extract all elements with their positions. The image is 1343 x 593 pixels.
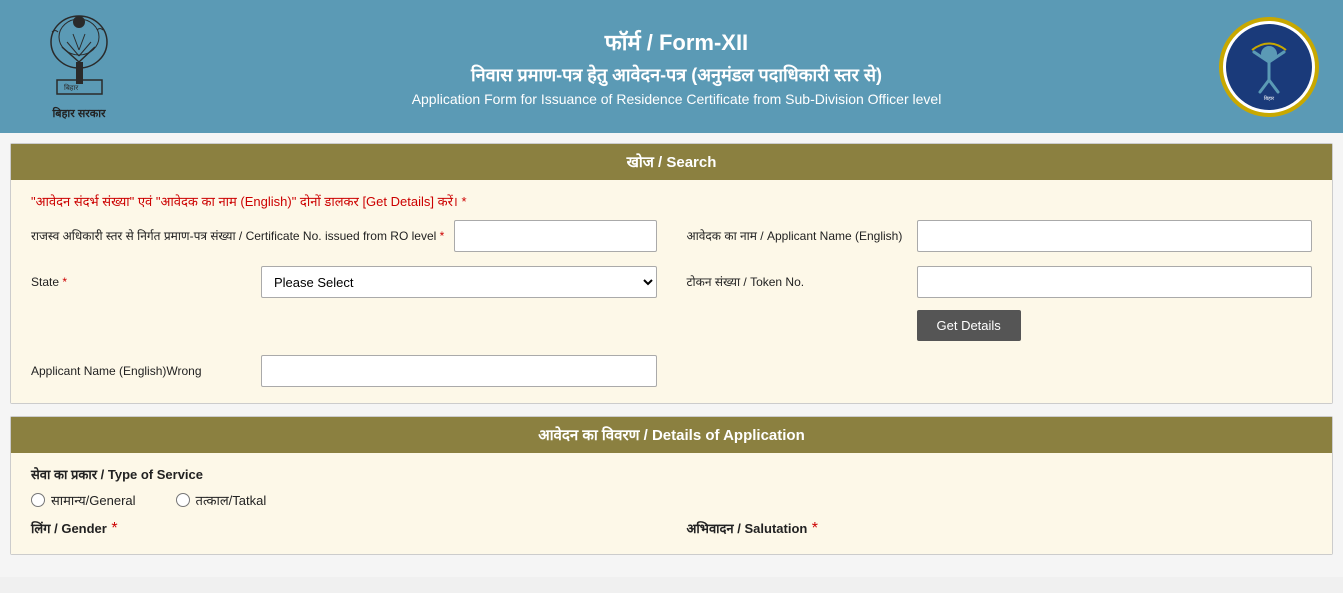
form-subtitle-english: Application Form for Issuance of Residen…	[134, 91, 1219, 107]
state-select[interactable]: Please Select	[261, 266, 657, 298]
left-logo: बिहार बिहार सरकार	[24, 12, 134, 121]
salutation-field: अभिवादन / Salutation *	[687, 519, 1313, 538]
gender-label: लिंग / Gender	[31, 521, 107, 536]
salutation-required-star: *	[812, 520, 818, 537]
general-label: सामान्य/General	[51, 491, 136, 509]
search-section-body: "आवेदन संदर्भ संख्या" एवं "आवेदक का नाम …	[11, 180, 1332, 403]
general-radio[interactable]	[31, 493, 45, 507]
cert-no-label: राजस्व अधिकारी स्तर से निर्गत प्रमाण-पत्…	[31, 228, 444, 245]
header-center-text: फॉर्म / Form-XII निवास प्रमाण-पत्र हेतु …	[134, 27, 1219, 107]
state-row: State * Please Select	[31, 266, 657, 298]
application-details-section: आवेदन का विवरण / Details of Application …	[10, 416, 1333, 555]
token-no-input[interactable]	[917, 266, 1313, 298]
applicant-name-input[interactable]	[917, 220, 1313, 252]
main-content: खोज / Search "आवेदन संदर्भ संख्या" एवं "…	[0, 133, 1343, 577]
applicant-name-wrong-input[interactable]	[261, 355, 657, 387]
tatkal-radio[interactable]	[176, 493, 190, 507]
form-title: फॉर्म / Form-XII	[134, 27, 1219, 57]
state-emblem-icon: बिहार	[1234, 32, 1304, 102]
svg-text:बिहार: बिहार	[64, 83, 78, 92]
logo-label: बिहार सरकार	[52, 106, 105, 121]
state-label: State *	[31, 274, 251, 291]
details-header-label: आवेदन का विवरण / Details of Application	[538, 427, 805, 444]
cert-no-input[interactable]	[454, 220, 656, 252]
tatkal-radio-item[interactable]: तत्काल/Tatkal	[176, 491, 267, 509]
token-no-row: टोकन संख्या / Token No.	[687, 266, 1313, 298]
form-subtitle-hindi: निवास प्रमाण-पत्र हेतु आवेदन-पत्र (अनुमं…	[134, 63, 1219, 87]
page-header: बिहार बिहार सरकार फॉर्म /	[0, 0, 1343, 133]
application-details-header: आवेदन का विवरण / Details of Application	[11, 417, 1332, 453]
applicant-name-row: आवेदक का नाम / Applicant Name (English)	[687, 220, 1313, 252]
salutation-label: अभिवादन / Salutation	[687, 521, 808, 536]
gender-required-star: *	[111, 520, 117, 537]
applicant-name-label: आवेदक का नाम / Applicant Name (English)	[687, 228, 907, 245]
right-logo: बिहार	[1219, 17, 1319, 117]
search-section: खोज / Search "आवेदन संदर्भ संख्या" एवं "…	[10, 143, 1333, 404]
gender-salutation-row: लिंग / Gender * अभिवादन / Salutation *	[31, 519, 1312, 538]
search-section-header: खोज / Search	[11, 144, 1332, 180]
right-logo-inner: बिहार	[1226, 24, 1312, 110]
applicant-name-wrong-label: Applicant Name (English)Wrong	[31, 363, 251, 380]
application-details-body: सेवा का प्रकार / Type of Service सामान्य…	[11, 453, 1332, 554]
tatkal-label: तत्काल/Tatkal	[196, 491, 267, 509]
general-radio-item[interactable]: सामान्य/General	[31, 491, 136, 509]
gender-field: लिंग / Gender *	[31, 519, 657, 538]
svg-text:बिहार: बिहार	[1264, 95, 1275, 102]
bihar-emblem-icon: बिहार	[37, 12, 122, 97]
get-details-button[interactable]: Get Details	[917, 310, 1021, 341]
cert-no-row: राजस्व अधिकारी स्तर से निर्गत प्रमाण-पत्…	[31, 220, 657, 252]
service-type-radio-group: सामान्य/General तत्काल/Tatkal	[31, 491, 1312, 509]
token-no-label: टोकन संख्या / Token No.	[687, 274, 907, 291]
search-header-label: खोज / Search	[627, 154, 717, 171]
applicant-name-wrong-row: Applicant Name (English)Wrong	[31, 355, 657, 387]
service-type-label: सेवा का प्रकार / Type of Service	[31, 465, 1312, 483]
search-instruction: "आवेदन संदर्भ संख्या" एवं "आवेदक का नाम …	[31, 192, 1312, 210]
